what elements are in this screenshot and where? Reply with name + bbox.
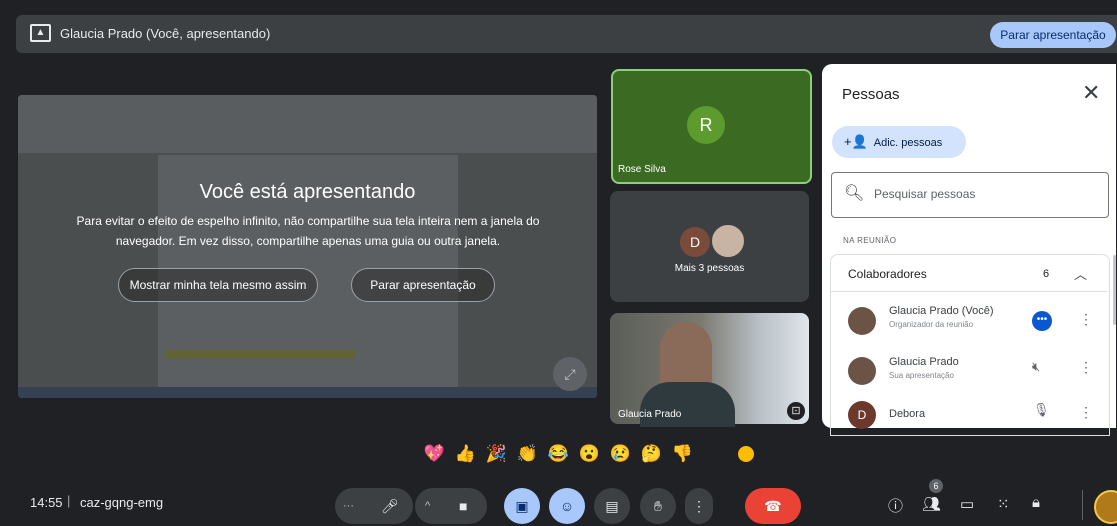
panel-title: Pessoas (842, 86, 900, 103)
scrollbar[interactable] (1113, 255, 1116, 325)
reaction-clap[interactable]: 👏 (515, 441, 540, 467)
participant-name: Debora (889, 408, 926, 420)
activities-icon[interactable]: ⁙ (997, 495, 1010, 513)
add-people-button[interactable]: +👤 Adic. pessoas (832, 126, 966, 158)
mic-control-group: ··· 🎤︎ (335, 488, 413, 524)
more-reactions-button[interactable] (738, 446, 754, 462)
stop-presenting-button[interactable]: Parar apresentação (990, 22, 1116, 48)
participant-role: Sua apresentação (889, 371, 954, 380)
chevron-up-icon[interactable]: ^ (425, 488, 430, 524)
presenter-label: Glaucia Prado (Você, apresentando) (60, 26, 271, 41)
pin-icon[interactable]: ⊡ (787, 402, 805, 420)
participant-tile-more[interactable] (610, 191, 809, 302)
reactions-bar: 💖 👍 🎉 👏 😂 😮 😢 🤔 👎 (422, 441, 695, 467)
search-icon: 🔍︎ (844, 185, 865, 202)
chevron-up-icon[interactable]: ︿ (1074, 264, 1087, 283)
close-icon[interactable]: ✕ (1082, 80, 1100, 106)
present-to-all-icon: ▲ (30, 24, 51, 42)
host-controls-icon[interactable]: 🔒︎ (1032, 494, 1040, 511)
captions-icon[interactable]: ▤ (594, 488, 630, 524)
mic-off-icon: 🎙︎ (1033, 402, 1050, 417)
more-horiz-icon[interactable]: ••• (1032, 311, 1052, 331)
stop-presenting-overlay-button[interactable]: Parar apresentação (351, 268, 495, 302)
reaction-surprised[interactable]: 😮 (577, 441, 602, 467)
reaction-laugh[interactable]: 😂 (546, 441, 571, 467)
shared-screen-preview: Você está apresentando Para evitar o efe… (18, 95, 597, 398)
call-end-icon[interactable]: ☎︎ (745, 488, 801, 524)
add-person-icon: +👤 (844, 134, 868, 149)
more-vert-icon[interactable]: ⋮ (1079, 311, 1093, 328)
presenting-title: Você está apresentando (199, 181, 416, 203)
avatar (848, 357, 876, 385)
participant-name: Rose Silva (618, 164, 666, 175)
reaction-thinking[interactable]: 🤔 (639, 441, 664, 467)
participant-name: Glaucia Prado (Você) (889, 305, 994, 317)
show-screen-anyway-button[interactable]: Mostrar minha tela mesmo assim (118, 268, 318, 302)
present-icon[interactable]: ▣ (504, 488, 540, 524)
people-icon[interactable]: 👥︎ (922, 495, 941, 513)
divider (831, 291, 1107, 292)
video-person-body (640, 382, 735, 427)
avatar: D (680, 227, 710, 257)
divider (1082, 490, 1083, 520)
avatar (848, 307, 876, 335)
add-people-label: Adic. pessoas (873, 137, 943, 149)
more-people-label: Mais 3 pessoas (674, 263, 745, 274)
reaction-sad[interactable]: 😢 (608, 441, 633, 467)
avatar: R (687, 106, 725, 144)
more-vert-icon[interactable]: ⋮ (1079, 359, 1093, 376)
info-icon[interactable]: ⓘ (888, 495, 903, 516)
avatar-photo (710, 223, 746, 259)
participant-role: Organizador da reunião (889, 320, 974, 329)
participant-name: Glaucia Prado (889, 356, 959, 368)
reaction-party[interactable]: 🎉 (484, 441, 509, 467)
more-vert-icon[interactable]: ⋮ (685, 488, 713, 524)
mic-icon[interactable]: 🎤︎ (381, 488, 399, 524)
group-label[interactable]: Colaboradores (848, 267, 927, 281)
camera-control-group: ^ ■ (415, 488, 487, 524)
separator: | (67, 493, 71, 508)
search-input[interactable] (872, 186, 1076, 202)
avatar[interactable] (1094, 490, 1117, 524)
reaction-heart[interactable]: 💖 (422, 441, 447, 467)
presenting-message: Para evitar o efeito de espelho infinito… (76, 214, 540, 248)
participant-name: Glaucia Prado (618, 409, 682, 420)
meeting-time: 14:55 (30, 495, 63, 510)
expand-icon[interactable]: ⤢ (553, 357, 587, 391)
group-count: 6 (1043, 268, 1050, 280)
participant-count-badge: 6 (929, 479, 943, 493)
videocam-icon[interactable]: ■ (459, 488, 467, 524)
audio-off-icon: 🔇︎ (1032, 359, 1041, 374)
section-label: NA REUNIÃO (843, 236, 897, 245)
emoji-icon[interactable]: ☺ (549, 488, 585, 524)
reaction-thumbs-down[interactable]: 👎 (670, 441, 695, 467)
meeting-code: caz-gqng-emg (80, 495, 164, 510)
audio-options-icon[interactable]: ··· (343, 488, 354, 524)
avatar: D (848, 401, 876, 429)
reaction-thumbs-up[interactable]: 👍 (453, 441, 478, 467)
raise-hand-icon[interactable]: ✋︎ (640, 488, 676, 524)
chat-icon[interactable]: ▭ (960, 495, 974, 513)
more-vert-icon[interactable]: ⋮ (1079, 404, 1093, 421)
